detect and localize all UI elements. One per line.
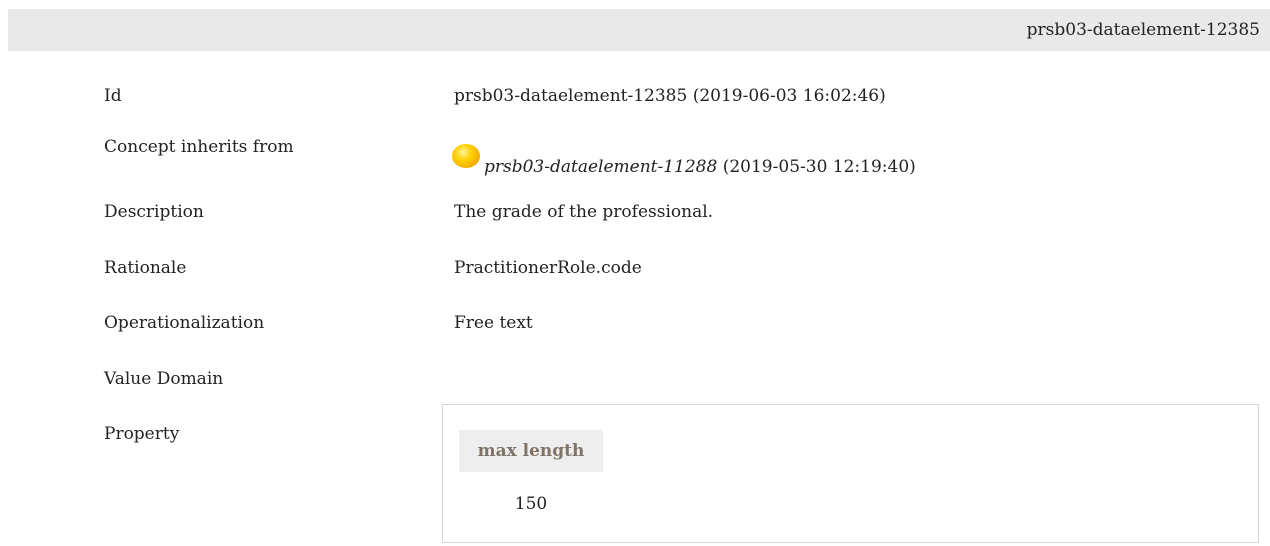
operationalization-label: Operationalization [104,313,265,333]
inherits-ref-link[interactable]: prsb03-dataelement-11288 [484,157,717,177]
description-value: The grade of the professional. [454,202,714,222]
inherits-date: (2019-05-30 12:19:40) [717,157,916,177]
value-domain-label: Value Domain [104,369,224,389]
property-column-header: max length [459,430,603,472]
description-label: Description [104,202,204,222]
rationale-label: Rationale [104,258,187,278]
rationale-value: PractitionerRole.code [454,258,642,278]
id-label: Id [104,86,122,106]
property-max-length-value: 150 [514,494,548,514]
inherits-value: prsb03-dataelement-11288 (2019-05-30 12:… [452,144,916,177]
header-bar: prsb03-dataelement-12385 [8,9,1270,51]
property-column-header-text: max length [477,441,585,461]
property-label: Property [104,424,180,444]
inherits-label: Concept inherits from [104,137,294,157]
page-title: prsb03-dataelement-12385 [1026,20,1260,40]
id-value: prsb03-dataelement-12385 (2019-06-03 16:… [454,86,886,106]
property-table: max length 150 [442,404,1259,543]
status-orb-icon [452,144,480,168]
operationalization-value: Free text [454,313,533,333]
